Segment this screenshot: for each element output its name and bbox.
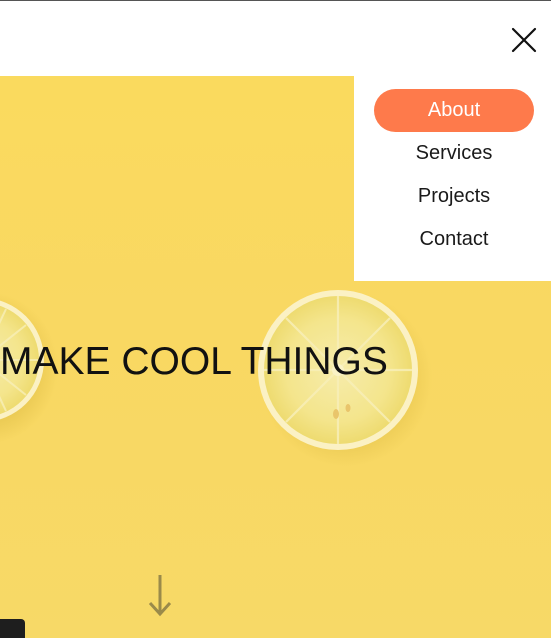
close-menu-button[interactable] [509,25,539,55]
hero-title: MAKE COOL THINGS [0,340,388,383]
close-icon [511,27,537,53]
scroll-down-button[interactable] [146,573,174,617]
nav-item-contact[interactable]: Contact [374,218,534,261]
corner-widget[interactable] [0,619,25,638]
nav-item-projects[interactable]: Projects [374,175,534,218]
arrow-down-icon [148,575,172,617]
header [0,1,551,76]
nav-item-about[interactable]: About [374,89,534,132]
nav-item-services[interactable]: Services [374,132,534,175]
nav-menu: About Services Projects Contact [354,76,551,281]
